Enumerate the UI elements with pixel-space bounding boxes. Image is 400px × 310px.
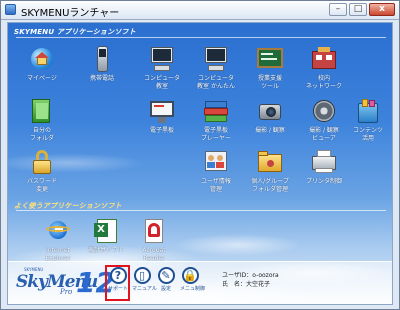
- app-label: ユーザ情報 管理: [201, 178, 231, 193]
- menu-lock-icon: 🔒: [181, 267, 199, 284]
- app-label: 個人/グループ フォルダ管理: [251, 178, 289, 193]
- app-icon: [5, 4, 16, 15]
- launcher-panel: SKYMENU アプリケーションソフト マイページ 携帯電話 コンピュータ 教室…: [7, 22, 393, 305]
- title-bar[interactable]: SKYMENUランチャー – □ x: [1, 1, 399, 20]
- app-label: 携帯電話: [89, 75, 114, 82]
- mobile-phone-icon: [88, 45, 116, 73]
- app-mobile-phone[interactable]: 携帯電話: [76, 45, 128, 83]
- app-label: パスワード 変更: [26, 178, 57, 193]
- app-label: 自分の フォルダ: [29, 127, 54, 142]
- apps-section-header: SKYMENU アプリケーションソフト: [14, 28, 136, 36]
- window-title: SKYMENUランチャー: [21, 8, 120, 19]
- app-printer-control[interactable]: プリンタ制御: [298, 148, 350, 186]
- book-stack-icon: [202, 97, 230, 125]
- spreadsheet-icon: X: [92, 217, 120, 245]
- app-label: プリンタ制御: [305, 178, 342, 185]
- folder-icon: [28, 97, 56, 125]
- settings-button[interactable]: ✎ 設定: [156, 267, 176, 292]
- app-computer-room[interactable]: コンピュータ 教室: [136, 45, 188, 91]
- apps-divider: [16, 37, 386, 38]
- app-label: 表計算ソフト: [87, 247, 124, 254]
- close-button[interactable]: x: [369, 3, 395, 16]
- app-change-password[interactable]: パスワード 変更: [16, 148, 68, 194]
- launcher-window: SKYMENUランチャー – □ x SKYMENU アプリケーションソフト マ…: [0, 0, 400, 310]
- content-icon: [354, 97, 382, 125]
- whiteboard-icon: [148, 97, 176, 125]
- support-highlight-box: [105, 265, 130, 301]
- acrobat-icon: [140, 217, 168, 245]
- app-label: コンピュータ 教室: [143, 75, 180, 90]
- app-label: 電子黒板: [149, 127, 174, 134]
- app-electronic-whiteboard[interactable]: 電子黒板: [136, 97, 188, 135]
- app-capture-observe[interactable]: 撮影 / 観察: [244, 97, 296, 135]
- app-acrobat-reader[interactable]: Acrobat Reader: [128, 217, 180, 263]
- globe-house-icon: [28, 45, 56, 73]
- user-info: ユーザID：o-oozora 氏 名：大空花子: [222, 271, 279, 289]
- computer-icon: [202, 45, 230, 73]
- users-icon: [202, 148, 230, 176]
- computer-icon: [148, 45, 176, 73]
- minimize-button[interactable]: –: [329, 3, 347, 16]
- menu-control-button[interactable]: 🔒 メニュ制御: [180, 267, 205, 292]
- user-id-value: o-oozora: [252, 272, 279, 279]
- camera-icon: [256, 97, 284, 125]
- padlock-icon: [28, 148, 56, 176]
- app-user-management[interactable]: ユーザ情報 管理: [190, 148, 242, 194]
- skymenu-logo: SKYMENU SkyMenu Pro 12: [16, 266, 115, 299]
- network-icon: [310, 45, 338, 73]
- app-teaching-tools[interactable]: 授業支援 ツール: [244, 45, 296, 91]
- app-school-network[interactable]: 校内 ネットワーク: [298, 45, 350, 91]
- app-label: 授業支援 ツール: [257, 75, 282, 90]
- bottom-bar: SKYMENU SkyMenu Pro 12 ? サポート ▯ マニュアル ✎ …: [8, 261, 392, 304]
- user-name-label: 氏 名：: [222, 281, 247, 288]
- app-content-use[interactable]: コンテンツ 活用: [342, 97, 392, 143]
- film-reel-icon: [310, 97, 338, 125]
- favorites-divider: [16, 210, 386, 211]
- app-label: コンテンツ 活用: [352, 127, 383, 142]
- app-group-folder-management[interactable]: 個人/グループ フォルダ管理: [244, 148, 296, 194]
- app-label: 電子黒板 プレーヤー: [200, 127, 231, 142]
- app-label: 撮影 / 観察: [255, 127, 285, 134]
- app-spreadsheet[interactable]: X 表計算ソフト: [80, 217, 132, 255]
- app-mypage[interactable]: マイページ: [16, 45, 68, 83]
- app-whiteboard-player[interactable]: 電子黒板 プレーヤー: [190, 97, 242, 143]
- manual-button[interactable]: ▯ マニュアル: [132, 267, 157, 292]
- user-id-label: ユーザID：: [222, 272, 253, 279]
- group-folder-icon: [256, 148, 284, 176]
- app-computer-room-easy[interactable]: コンピュータ 教室 かんたん: [190, 45, 242, 91]
- user-name-value: 大空花子: [246, 281, 271, 288]
- app-label: コンピュータ 教室 かんたん: [197, 75, 235, 90]
- maximize-button[interactable]: □: [349, 3, 367, 16]
- printer-icon: [310, 148, 338, 176]
- manual-icon: ▯: [133, 267, 151, 284]
- internet-explorer-icon: [44, 217, 72, 245]
- app-internet-explorer[interactable]: Internet Explorer: [32, 217, 84, 263]
- settings-icon: ✎: [157, 267, 175, 284]
- app-my-folder[interactable]: 自分の フォルダ: [16, 97, 68, 143]
- blackboard-icon: [256, 45, 284, 73]
- app-label: 校内 ネットワーク: [305, 75, 342, 90]
- app-label: マイページ: [27, 75, 57, 82]
